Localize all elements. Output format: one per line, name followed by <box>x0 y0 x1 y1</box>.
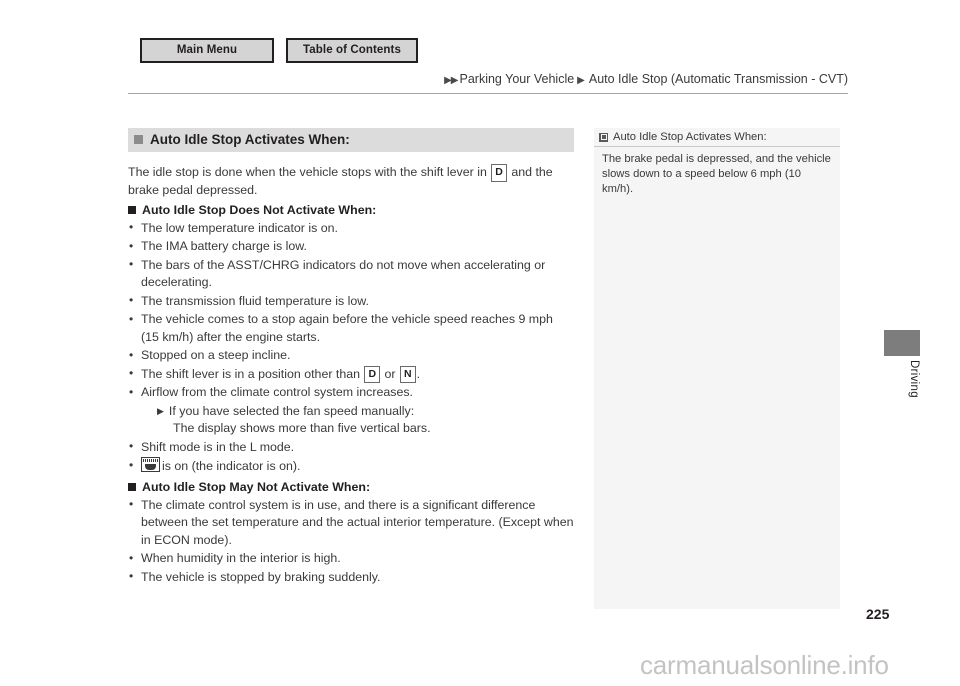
list-item: The climate control system is in use, an… <box>128 496 574 550</box>
list-item: Stopped on a steep incline. <box>128 347 574 365</box>
list-item-shift-mode: Shift mode is in the L mode. <box>128 438 574 457</box>
arrow-right-icon: ▶ <box>157 405 164 416</box>
list-item-shift-lever: The shift lever is in a position other t… <box>128 365 574 383</box>
section-heading-may-not-activate: Auto Idle Stop May Not Activate When: <box>128 480 574 494</box>
list-item: The vehicle comes to a stop again before… <box>128 311 574 346</box>
top-navigation: Main Menu Table of Contents <box>140 38 418 63</box>
breadcrumb: ▶▶ Parking Your Vehicle ▶ Auto Idle Stop (A… <box>444 72 848 86</box>
breadcrumb-section: Parking Your Vehicle <box>459 72 575 86</box>
square-bullet-icon <box>134 135 143 144</box>
list-item: The IMA battery charge is low. <box>128 238 574 256</box>
side-note-body: The brake pedal is depressed, and the ve… <box>602 153 831 195</box>
square-bullet-icon <box>128 205 136 214</box>
section-heading-activates-label: Auto Idle Stop Activates When: <box>150 132 350 147</box>
shift-lever-or: or <box>384 366 396 381</box>
section-heading-activates: Auto Idle Stop Activates When: <box>128 128 574 152</box>
shift-lever-text-before: The shift lever is in a position other t… <box>141 366 361 381</box>
main-menu-button[interactable]: Main Menu <box>140 38 274 63</box>
watermark: carmanualsonline.info <box>640 650 889 680</box>
square-bullet-icon <box>128 482 136 491</box>
arrow-right-icon: ▶ <box>577 75 585 86</box>
airflow-subnote-line-2: The display shows more than five vertica… <box>173 421 431 435</box>
gear-d-icon: D <box>491 164 507 182</box>
section-heading-does-not-activate-label: Auto Idle Stop Does Not Activate When: <box>142 202 377 217</box>
chapter-tab-marker <box>884 330 920 356</box>
chapter-tab-label: Driving <box>908 360 920 398</box>
does-not-activate-list: The low temperature indicator is on. The… <box>128 219 574 476</box>
airflow-subnote-line-1: ▶ If you have selected the fan speed manu… <box>141 403 574 421</box>
note-marker-icon <box>599 132 608 142</box>
intro-paragraph: The idle stop is done when the vehicle s… <box>128 164 574 199</box>
defroster-icon <box>141 457 160 472</box>
section-heading-does-not-activate: Auto Idle Stop Does Not Activate When: <box>128 203 574 217</box>
gear-d-icon: D <box>364 365 381 383</box>
shift-lever-period: . <box>416 366 421 381</box>
breadcrumb-topic: Auto Idle Stop (Automatic Transmission -… <box>588 72 848 86</box>
list-item: The vehicle is stopped by braking sudden… <box>128 568 574 587</box>
list-item-defroster: is on (the indicator is on). <box>128 457 574 476</box>
list-item: The low temperature indicator is on. <box>128 219 574 238</box>
list-item: The bars of the ASST/CHRG indicators do … <box>128 256 574 292</box>
gear-n-icon: N <box>400 365 416 383</box>
side-note-title: Auto Idle Stop Activates When: <box>613 131 767 143</box>
main-content: Auto Idle Stop Activates When: The idle … <box>128 128 574 587</box>
intro-text-before: The idle stop is done when the vehicle s… <box>128 165 487 179</box>
section-heading-may-not-activate-label: Auto Idle Stop May Not Activate When: <box>142 479 371 494</box>
page-number: 225 <box>866 606 890 622</box>
airflow-subnote-text: If you have selected the fan speed manua… <box>168 403 415 418</box>
table-of-contents-button[interactable]: Table of Contents <box>286 38 418 63</box>
header-divider <box>128 93 848 94</box>
list-item-airflow: Airflow from the climate control system … <box>128 384 574 402</box>
double-arrow-icon: ▶▶ <box>444 75 458 86</box>
list-item: The transmission fluid temperature is lo… <box>128 292 574 311</box>
list-item: When humidity in the interior is high. <box>128 550 574 568</box>
defroster-text: is on (the indicator is on). <box>162 459 301 473</box>
may-not-activate-list: The climate control system is in use, an… <box>128 496 574 587</box>
side-note-header: Auto Idle Stop Activates When: <box>594 128 840 147</box>
airflow-subnote: ▶ If you have selected the fan speed manu… <box>128 403 574 438</box>
side-note-panel: Auto Idle Stop Activates When: The brake… <box>594 128 840 609</box>
